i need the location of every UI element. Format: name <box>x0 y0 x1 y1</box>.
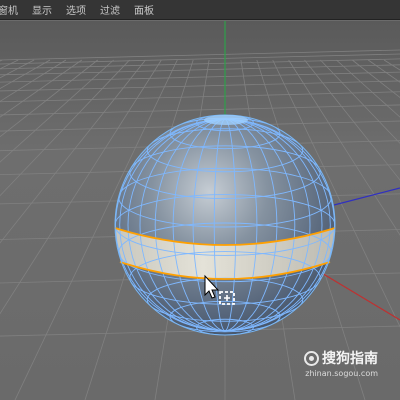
menu-item-camera[interactable]: 窗机 <box>0 2 26 17</box>
sogou-logo-icon <box>304 350 319 366</box>
3d-viewport[interactable]: 搜狗指南 zhinan.sogou.com <box>0 21 400 400</box>
watermark: 搜狗指南 zhinan.sogou.com <box>304 348 378 378</box>
menu-item-filter[interactable]: 过滤 <box>94 2 128 17</box>
viewport-canvas[interactable] <box>0 21 400 400</box>
sphere-top-pole-highlight <box>204 115 248 125</box>
watermark-url: zhinan.sogou.com <box>305 369 378 378</box>
watermark-logo-row: 搜狗指南 <box>304 348 378 368</box>
menu-item-panel[interactable]: 面板 <box>128 2 162 17</box>
watermark-brand: 搜狗指南 <box>322 351 378 367</box>
menu-item-options[interactable]: 选项 <box>60 2 94 17</box>
menu-item-display[interactable]: 显示 <box>26 2 60 17</box>
sphere-object[interactable] <box>114 114 336 336</box>
menu-bar: 窗机 显示 选项 过滤 面板 <box>0 0 400 20</box>
